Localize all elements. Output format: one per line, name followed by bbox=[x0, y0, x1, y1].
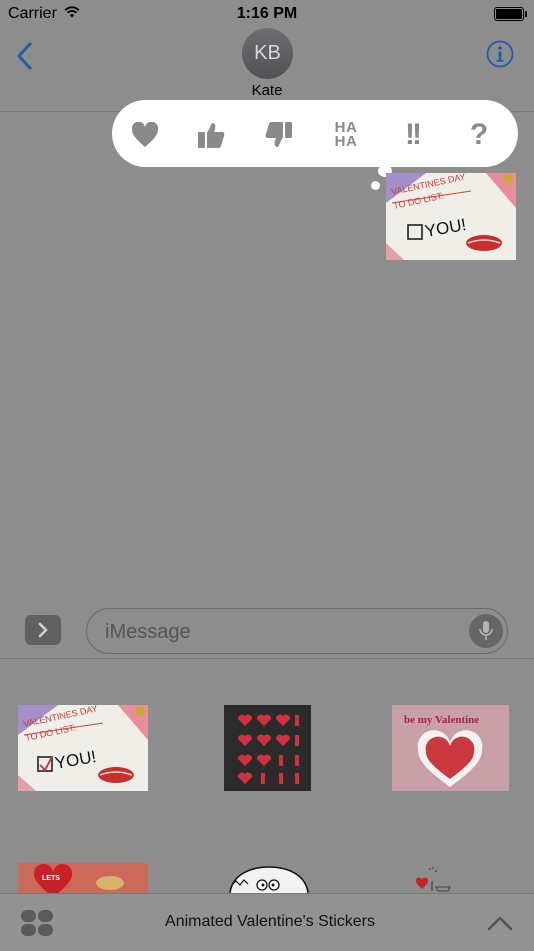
lets-heart-image: LETS bbox=[18, 863, 148, 893]
app-drawer-bar: Animated Valentine's Stickers bbox=[0, 893, 534, 951]
message-field[interactable] bbox=[86, 608, 508, 655]
be-my-valentine-image: be my Valentine bbox=[392, 705, 509, 791]
tapback-menu: HA HA !! ? bbox=[112, 100, 518, 167]
clock: 1:16 PM bbox=[236, 5, 298, 22]
dictation-button[interactable] bbox=[469, 614, 503, 648]
haha-icon: HA HA bbox=[334, 119, 358, 150]
svg-text:be my Valentine: be my Valentine bbox=[404, 714, 479, 726]
app-title: Animated Valentine's Stickers bbox=[165, 913, 375, 930]
avatar-initials: KB bbox=[254, 42, 281, 64]
sticker-lets[interactable]: LETS bbox=[18, 863, 148, 893]
contact-avatar[interactable]: KB bbox=[242, 28, 293, 79]
valentines-todo-sticker: VALENTINES DAY TO DO LIST: YOU! bbox=[18, 705, 148, 791]
message-input[interactable] bbox=[103, 609, 467, 655]
sticker-pixel-hearts[interactable] bbox=[224, 705, 311, 791]
composer-bar bbox=[0, 606, 534, 659]
tapback-haha[interactable]: HA HA bbox=[329, 118, 363, 152]
valentines-todo-sticker: VALENTINES DAY TO DO LIST: YOU! bbox=[386, 173, 516, 260]
sticker-tiny-hearts[interactable] bbox=[410, 863, 460, 893]
sticker-be-my-valentine[interactable]: be my Valentine bbox=[392, 705, 509, 791]
heart-icon bbox=[131, 122, 159, 147]
back-chevron-icon[interactable] bbox=[12, 40, 40, 72]
tapback-thumbs-down[interactable] bbox=[262, 118, 296, 152]
tapback-heart[interactable] bbox=[128, 118, 162, 152]
thumbs-down-icon bbox=[265, 122, 292, 147]
tapback-exclamation[interactable]: !! bbox=[395, 118, 429, 152]
sticker-todo-list[interactable]: VALENTINES DAY TO DO LIST: YOU! bbox=[18, 705, 148, 791]
microphone-icon bbox=[479, 621, 493, 640]
pixel-hearts-image bbox=[224, 705, 311, 791]
expand-apps-button[interactable] bbox=[25, 615, 61, 645]
tiny-hearts-image bbox=[415, 867, 451, 892]
status-bar: Carrier 1:16 PM bbox=[0, 0, 534, 28]
cartoon-face-image bbox=[229, 866, 309, 893]
thumbs-up-icon bbox=[198, 123, 225, 148]
message-sticker[interactable]: VALENTINES DAY TO DO LIST: YOU! bbox=[386, 173, 516, 260]
tapback-thumbs-up[interactable] bbox=[194, 118, 228, 152]
chevron-up-icon[interactable] bbox=[486, 914, 514, 932]
info-icon[interactable] bbox=[486, 40, 514, 68]
sticker-cartoon-face[interactable] bbox=[226, 863, 312, 893]
contact-name[interactable]: Kate bbox=[0, 82, 534, 99]
exclamation-icon: !! bbox=[405, 118, 422, 151]
tapback-tail-dot-small bbox=[371, 181, 380, 190]
svg-text:LETS: LETS bbox=[42, 875, 60, 882]
chevron-right-icon bbox=[38, 622, 48, 638]
tapback-question[interactable]: ? bbox=[462, 118, 496, 152]
question-icon: ? bbox=[469, 118, 489, 151]
battery-icon bbox=[494, 7, 527, 21]
sticker-drawer: VALENTINES DAY TO DO LIST: YOU! be my Va… bbox=[0, 659, 534, 893]
